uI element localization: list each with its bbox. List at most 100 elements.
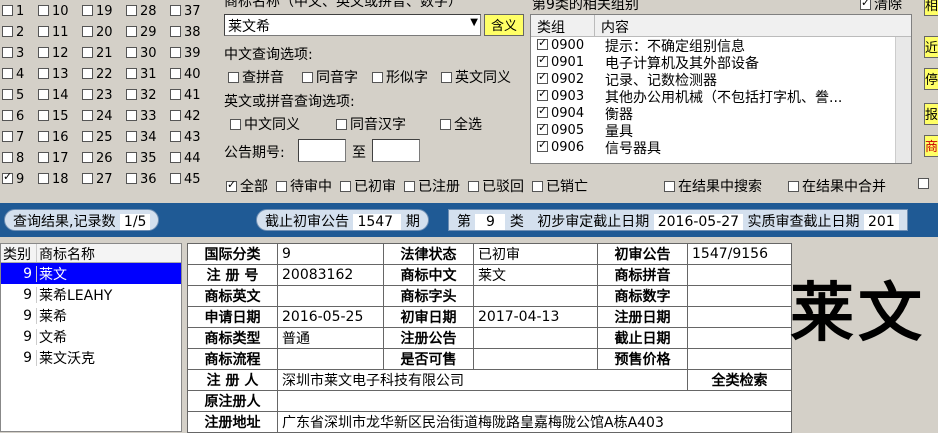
checkbox-icon[interactable] xyxy=(170,89,181,100)
checkbox-icon[interactable] xyxy=(126,5,137,16)
right-button-1[interactable]: 相 xyxy=(924,0,938,16)
class-checkbox-44[interactable]: 44 xyxy=(170,151,201,166)
checkbox-icon[interactable] xyxy=(82,47,93,58)
issue-from-input[interactable] xyxy=(298,139,346,162)
class-checkbox-34[interactable]: 34 xyxy=(126,130,157,145)
checkbox-icon[interactable] xyxy=(537,138,548,152)
class-checkbox-39[interactable]: 39 xyxy=(170,46,201,61)
class-checkbox-21[interactable]: 21 xyxy=(82,46,113,61)
checkbox-icon[interactable] xyxy=(38,26,49,37)
status-filter-4[interactable]: 已驳回 xyxy=(468,179,524,195)
checkbox-icon[interactable] xyxy=(537,87,548,101)
class-checkbox-42[interactable]: 42 xyxy=(170,109,201,124)
list-item[interactable]: 0904衡器 xyxy=(531,104,911,123)
checkbox-icon[interactable] xyxy=(38,5,49,16)
class-checkbox-35[interactable]: 35 xyxy=(126,151,157,166)
class-checkbox-4[interactable]: 4 xyxy=(2,67,24,82)
checkbox-icon[interactable] xyxy=(38,47,49,58)
class-checkbox-15[interactable]: 15 xyxy=(38,109,69,124)
en-option-homophone[interactable]: 同音汉字 xyxy=(336,114,406,134)
list-item[interactable]: 0906信号器具 xyxy=(531,138,911,157)
class-checkbox-38[interactable]: 38 xyxy=(170,25,201,40)
class-checkbox-28[interactable]: 28 xyxy=(126,4,157,19)
checkbox-icon[interactable] xyxy=(2,110,13,121)
status-filter-1[interactable]: 待审中 xyxy=(276,179,332,195)
chevron-down-icon[interactable]: ▼ xyxy=(470,17,478,28)
table-row[interactable]: 9 莱文沃克 xyxy=(1,347,181,368)
checkbox-icon[interactable] xyxy=(82,131,93,142)
checkbox-icon[interactable] xyxy=(170,26,181,37)
checkbox-icon[interactable] xyxy=(664,181,675,192)
checkbox-icon[interactable] xyxy=(276,181,287,192)
checkbox-icon[interactable] xyxy=(126,131,137,142)
class-checkbox-27[interactable]: 27 xyxy=(82,172,113,187)
class-checkbox-3[interactable]: 3 xyxy=(2,46,24,61)
status-filter-0[interactable]: 全部 xyxy=(226,178,268,195)
checkbox-icon[interactable] xyxy=(126,68,137,79)
checkbox-icon[interactable] xyxy=(537,70,548,84)
class-checkbox-22[interactable]: 22 xyxy=(82,67,113,82)
en-option-all[interactable]: 全选 xyxy=(440,114,482,134)
clear-checkbox[interactable]: 清除 xyxy=(860,0,902,14)
right-button-2[interactable]: 近 xyxy=(924,36,938,58)
checkbox-icon[interactable] xyxy=(126,89,137,100)
checkbox-icon[interactable] xyxy=(38,152,49,163)
match-button[interactable]: 含义 xyxy=(484,14,524,36)
cn-option-en-synonym[interactable]: 英文同义 xyxy=(441,67,511,87)
checkbox-icon[interactable] xyxy=(170,152,181,163)
checkbox-icon[interactable] xyxy=(126,47,137,58)
checkbox-icon[interactable] xyxy=(82,152,93,163)
table-row[interactable]: 9 莱文 xyxy=(1,263,181,284)
checkbox-icon[interactable] xyxy=(170,173,181,184)
status-filter-3[interactable]: 已注册 xyxy=(404,179,460,195)
cn-option-shape[interactable]: 形似字 xyxy=(372,67,428,87)
checkbox-icon[interactable] xyxy=(82,173,93,184)
cn-option-pinyin[interactable]: 查拼音 xyxy=(228,67,284,87)
checkbox-icon[interactable] xyxy=(372,72,383,83)
checkbox-icon[interactable] xyxy=(230,119,241,130)
checkbox-icon[interactable] xyxy=(226,178,237,192)
class-checkbox-9[interactable]: 9 xyxy=(2,170,24,187)
list-item[interactable]: 0901电子计算机及其外部设备 xyxy=(531,53,911,72)
checkbox-icon[interactable] xyxy=(170,47,181,58)
checkbox-icon[interactable] xyxy=(2,5,13,16)
class-checkbox-8[interactable]: 8 xyxy=(2,151,24,166)
groups-scrollbar[interactable] xyxy=(895,37,911,163)
checkbox-icon[interactable] xyxy=(2,68,13,79)
checkbox-icon[interactable] xyxy=(82,89,93,100)
class-checkbox-18[interactable]: 18 xyxy=(38,172,69,187)
checkbox-icon[interactable] xyxy=(38,110,49,121)
status-filter-5[interactable]: 已销亡 xyxy=(532,179,588,195)
checkbox-icon[interactable] xyxy=(537,53,548,67)
class-checkbox-33[interactable]: 33 xyxy=(126,109,157,124)
checkbox-icon[interactable] xyxy=(2,131,13,142)
class-checkbox-24[interactable]: 24 xyxy=(82,109,113,124)
checkbox-icon[interactable] xyxy=(38,68,49,79)
checkbox-icon[interactable] xyxy=(170,110,181,121)
list-item[interactable]: 0902记录、记数检测器 xyxy=(531,70,911,89)
checkbox-icon[interactable] xyxy=(126,173,137,184)
class-checkbox-13[interactable]: 13 xyxy=(38,67,69,82)
checkbox-icon[interactable] xyxy=(38,131,49,142)
checkbox-icon[interactable] xyxy=(532,181,543,192)
checkbox-icon[interactable] xyxy=(302,72,313,83)
checkbox-icon[interactable] xyxy=(170,131,181,142)
all-class-search-button[interactable]: 全类检索 xyxy=(687,369,792,391)
checkbox-icon[interactable] xyxy=(441,72,452,83)
name-input[interactable]: 莱文希 ▼ xyxy=(224,14,481,36)
class-checkbox-25[interactable]: 25 xyxy=(82,130,113,145)
checkbox-icon[interactable] xyxy=(860,0,871,10)
class-checkbox-7[interactable]: 7 xyxy=(2,130,24,145)
table-row[interactable]: 9 文希 xyxy=(1,326,181,347)
checkbox-icon[interactable] xyxy=(2,170,13,184)
class-checkbox-10[interactable]: 10 xyxy=(38,4,69,19)
class-checkbox-1[interactable]: 1 xyxy=(2,4,24,19)
checkbox-icon[interactable] xyxy=(918,178,929,189)
class-checkbox-5[interactable]: 5 xyxy=(2,88,24,103)
class-checkbox-40[interactable]: 40 xyxy=(170,67,201,82)
list-item[interactable]: 0905量具 xyxy=(531,121,911,140)
checkbox-icon[interactable] xyxy=(440,119,451,130)
checkbox-icon[interactable] xyxy=(2,152,13,163)
filter-merge-in-results[interactable]: 在结果中合并 xyxy=(788,176,886,196)
checkbox-icon[interactable] xyxy=(2,47,13,58)
